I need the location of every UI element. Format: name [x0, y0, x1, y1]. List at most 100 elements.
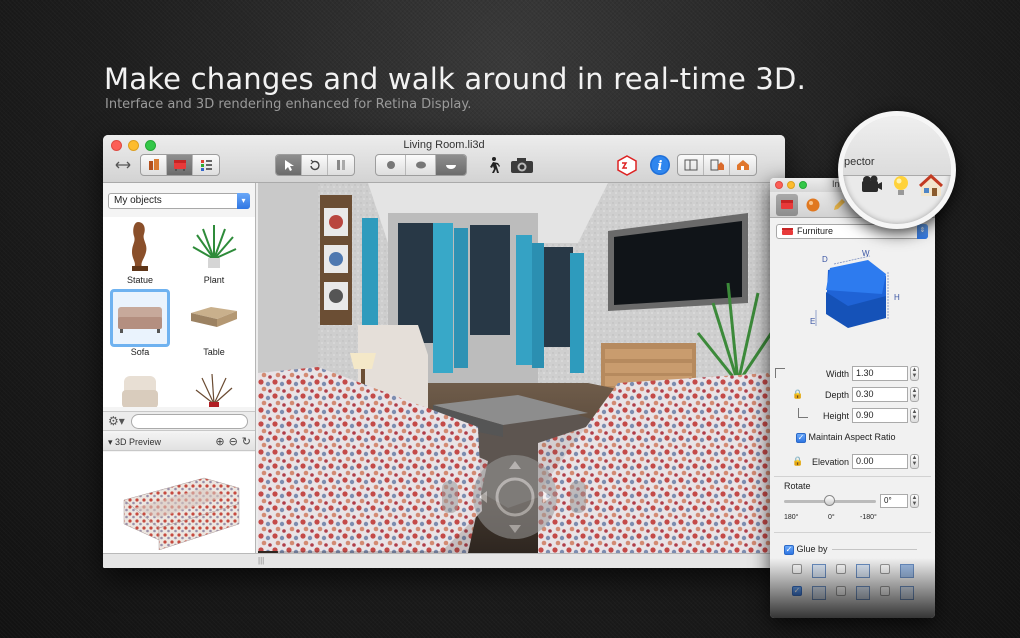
select-pointer-icon[interactable] [276, 155, 302, 175]
hero-headline: Make changes and walk around in real-tim… [104, 62, 806, 96]
library-select[interactable]: My objects ▾ [108, 193, 250, 209]
rotate-preview-icon[interactable]: ↻ [242, 433, 251, 451]
depth-field[interactable]: 0.30 [852, 387, 908, 402]
layout-house-plan-button[interactable] [704, 155, 730, 175]
app-window: Living Room.li3d i My objects ▾ Statue P… [103, 135, 785, 568]
camera-icon[interactable] [859, 174, 883, 196]
zoom-out-icon[interactable]: ⊖ [229, 433, 238, 451]
statue-thumbnail [110, 217, 170, 275]
layout-plan-button[interactable] [678, 155, 704, 175]
building-library-button[interactable] [141, 155, 167, 175]
rotate-slider[interactable] [784, 495, 876, 506]
rotate-tool-icon[interactable] [302, 155, 328, 175]
aspect-ratio-checkbox[interactable]: ✓ [796, 432, 806, 443]
zoom-in-icon[interactable]: ⊕ [215, 433, 224, 451]
gear-icon[interactable]: ⚙▾ [108, 414, 125, 428]
list-library-button[interactable] [193, 155, 219, 175]
camera-icon[interactable] [508, 154, 536, 176]
chevron-down-icon: ▾ [237, 193, 250, 209]
layout-house-button[interactable] [730, 155, 756, 175]
object-item-branch-plant[interactable] [181, 363, 247, 407]
tab-material-icon[interactable] [802, 194, 824, 216]
light-bulb-icon[interactable] [891, 174, 911, 198]
rotate-tick-max: -180° [860, 514, 877, 521]
object-item-table[interactable]: Table [181, 289, 247, 357]
sofa-thumbnail [110, 289, 170, 347]
object-label: Sofa [130, 347, 150, 357]
measure-tool-icon[interactable] [328, 155, 354, 175]
object-item-armchair[interactable] [107, 363, 173, 407]
lock-icon[interactable]: 🔒 [792, 389, 803, 400]
armchair-thumbnail [110, 363, 170, 407]
walk-mode-icon[interactable] [481, 154, 505, 176]
inspector-window-controls [775, 181, 807, 189]
plant-thumbnail [184, 217, 244, 275]
height-stepper[interactable]: ▲ ▼ [910, 408, 919, 423]
3d-viewport[interactable] [258, 183, 785, 553]
info-icon[interactable]: i [647, 154, 673, 176]
tab-furniture-icon[interactable] [776, 193, 798, 216]
hero-subhead: Interface and 3D rendering enhanced for … [105, 97, 472, 112]
aspect-ratio-label: Maintain Aspect Ratio [808, 432, 896, 442]
depth-row: 🔒 Depth 0.30 ▲ ▼ [770, 387, 935, 403]
inspector-zoom-button[interactable] [799, 181, 807, 189]
table-thumbnail [184, 289, 244, 347]
inspector-fade [770, 558, 935, 618]
chevron-updown-icon: ⇕ [917, 224, 928, 239]
view-split-button[interactable] [406, 155, 436, 175]
elevation-label: Elevation [811, 457, 849, 467]
elevation-field[interactable]: 0.00 [852, 454, 908, 469]
svg-text:W: W [862, 249, 870, 258]
svg-text:D: D [822, 255, 828, 264]
preview-zoom-controls: ⊕ ⊖ ↻ [215, 433, 251, 451]
width-row: Width 1.30 ▲ ▼ [770, 366, 935, 382]
depth-label: Depth [824, 390, 849, 400]
rotate-field[interactable]: 0° [880, 494, 908, 508]
elevation-stepper[interactable]: ▲ ▼ [910, 454, 919, 469]
width-field[interactable]: 1.30 [852, 366, 908, 381]
furniture-library-button[interactable] [167, 155, 193, 175]
svg-text:H: H [894, 293, 900, 302]
object-item-plant[interactable]: Plant [181, 217, 247, 285]
depth-stepper[interactable]: ▲ ▼ [910, 387, 919, 402]
disclosure-triangle-icon[interactable]: ▾ [108, 437, 115, 447]
3d-preview-pane[interactable] [103, 452, 255, 568]
magnified-icons [859, 174, 943, 198]
furniture-icon [782, 228, 793, 235]
inspector-close-button[interactable] [775, 181, 783, 189]
window-titlebar: Living Room.li3d i [103, 135, 785, 183]
resize-grip-icon[interactable]: ||| [258, 556, 264, 565]
view-3d-button[interactable] [436, 155, 466, 175]
dimension-diagram: W D H E [810, 249, 900, 328]
height-field[interactable]: 0.90 [852, 408, 908, 423]
svg-text:E: E [810, 317, 815, 326]
svg-text:i: i [658, 159, 663, 174]
object-grid: Statue Plant Sofa Table [103, 217, 255, 407]
rotate-tick-mid: 0° [828, 514, 835, 521]
rotate-stepper[interactable]: ▲ ▼ [910, 494, 919, 508]
glue-by-checkbox[interactable]: ✓ [784, 544, 794, 555]
rotate-slider-knob[interactable] [824, 495, 835, 506]
3d-export-icon[interactable] [614, 154, 640, 176]
search-input[interactable] [131, 414, 248, 429]
preview-header: ▾ 3D Preview ⊕ ⊖ ↻ [103, 433, 255, 451]
object-label: Plant [203, 275, 225, 285]
rotate-label: Rotate [784, 481, 811, 491]
inspector-minimize-button[interactable] [787, 181, 795, 189]
house-icon[interactable] [919, 174, 943, 198]
view-2d-button[interactable] [376, 155, 406, 175]
width-stepper[interactable]: ▲ ▼ [910, 366, 919, 381]
magnified-title: pector [844, 156, 875, 168]
height-label: Height [822, 411, 849, 421]
object-item-statue[interactable]: Statue [107, 217, 173, 285]
view-mode-group [375, 154, 467, 176]
elevation-lock-icon[interactable]: 🔒 [792, 456, 803, 467]
object-item-sofa[interactable]: Sofa [107, 289, 173, 357]
category-select-value: Furniture [797, 226, 834, 236]
library-select-value: My objects [114, 195, 162, 206]
swap-arrows-icon[interactable] [111, 154, 135, 176]
sofa-preview-image [123, 477, 240, 550]
edit-tools-group [275, 154, 355, 176]
branch-plant-thumbnail [184, 363, 244, 407]
glue-by-label: Glue by [796, 544, 828, 554]
